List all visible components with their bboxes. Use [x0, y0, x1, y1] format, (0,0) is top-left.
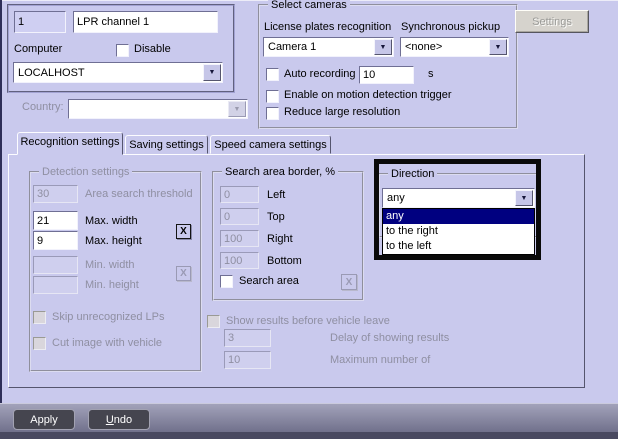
max-height-input[interactable] [33, 231, 78, 250]
maximum-label: Maximum number of [330, 354, 431, 366]
direction-option-right[interactable]: to the right [383, 224, 534, 239]
clear-max-button[interactable]: X [176, 224, 191, 239]
delay-label: Delay of showing results [330, 332, 450, 344]
computer-combo-value: LOCALHOST [18, 66, 85, 79]
auto-recording-input[interactable] [359, 66, 414, 84]
country-label: Country: [22, 101, 64, 113]
max-width-label: Max. width [85, 215, 138, 227]
min-width-input [33, 256, 78, 274]
apply-button[interactable]: Apply [13, 409, 75, 430]
reduce-resolution-checkbox[interactable] [266, 107, 279, 120]
chevron-down-icon[interactable]: ▼ [489, 39, 507, 55]
channel-id-input[interactable] [14, 11, 66, 33]
apply-button-label: Apply [30, 413, 58, 426]
auto-recording-checkbox[interactable] [266, 68, 279, 81]
tab-saving-label: Saving settings [129, 139, 204, 151]
border-left-label: Left [267, 189, 286, 201]
threshold-input [33, 185, 78, 203]
direction-option-left[interactable]: to the left [383, 239, 534, 254]
lpr-camera-combo[interactable]: Camera 1 ▼ [263, 37, 394, 57]
disable-label: Disable [134, 43, 171, 55]
max-height-label: Max. height [85, 235, 142, 247]
direction-combo-value: any [387, 192, 405, 204]
detection-group-title: Detection settings [39, 165, 133, 179]
disable-checkbox[interactable] [116, 44, 129, 57]
cut-image-checkbox [33, 337, 46, 350]
delay-input [224, 329, 271, 347]
tab-speed[interactable]: Speed camera settings [210, 135, 331, 154]
min-width-label: Min. width [85, 259, 135, 271]
threshold-label: Area search threshold [85, 188, 193, 200]
show-results-label: Show results before vehicle leave [226, 315, 390, 327]
auto-recording-label: Auto recording [284, 68, 356, 80]
tab-saving[interactable]: Saving settings [125, 135, 208, 154]
skip-unrecognized-label: Skip unrecognized LPs [52, 311, 165, 323]
tab-recognition[interactable]: Recognition settings [17, 132, 123, 155]
undo-button[interactable]: Undo [88, 409, 150, 430]
clear-min-button: X [176, 266, 191, 281]
auto-recording-unit: s [428, 68, 434, 80]
window-bottom-strip [0, 432, 618, 439]
settings-button: Settings [515, 10, 589, 33]
lpr-camera-combo-value: Camera 1 [268, 41, 317, 53]
direction-listbox: any to the right to the left [382, 208, 535, 255]
computer-label: Computer [14, 43, 63, 55]
motion-trigger-checkbox[interactable] [266, 90, 279, 103]
border-top-input [220, 208, 259, 225]
tab-recognition-label: Recognition settings [20, 136, 120, 148]
cut-image-label: Cut image with vehicle [52, 337, 163, 349]
min-height-label: Min. height [85, 279, 139, 291]
border-bottom-label: Bottom [267, 255, 302, 267]
sync-pickup-combo-value: <none> [405, 41, 443, 53]
show-results-checkbox [207, 315, 220, 328]
computer-combo[interactable]: LOCALHOST ▼ [13, 62, 223, 83]
max-width-input[interactable] [33, 211, 78, 230]
border-bottom-input [220, 252, 259, 269]
motion-trigger-label: Enable on motion detection trigger [284, 89, 452, 101]
maximum-input [224, 351, 271, 369]
border-right-label: Right [267, 233, 293, 245]
chevron-down-icon[interactable]: ▼ [515, 190, 533, 206]
footer-bar: Apply Undo [0, 403, 618, 433]
search-area-label: Search area [239, 275, 299, 287]
direction-option-any[interactable]: any [383, 209, 534, 224]
chevron-down-icon[interactable]: ▼ [203, 64, 221, 81]
min-height-input [33, 276, 78, 294]
undo-button-label: Undo [105, 413, 133, 426]
skip-unrecognized-checkbox [33, 311, 46, 324]
search-area-checkbox[interactable] [220, 275, 233, 288]
cameras-group-title: Select cameras [268, 0, 350, 12]
direction-group-title: Direction [388, 167, 438, 181]
lpr-camera-label: License plates recognition [264, 21, 392, 33]
chevron-down-icon: ▼ [228, 101, 246, 117]
sync-pickup-label: Synchronous pickup [401, 21, 501, 33]
border-top-label: Top [267, 211, 285, 223]
direction-combo[interactable]: any ▼ [382, 188, 535, 208]
tab-speed-label: Speed camera settings [214, 139, 327, 151]
border-right-input [220, 230, 259, 247]
country-combo: ▼ [68, 99, 248, 119]
channel-name-input[interactable] [73, 11, 218, 33]
lpr-settings-window: Computer Disable LOCALHOST ▼ Country: ▼ … [0, 0, 618, 439]
clear-search-button: X [341, 274, 357, 290]
search-area-group-title: Search area border, % [222, 165, 339, 179]
window-left-edge [0, 0, 2, 439]
chevron-down-icon[interactable]: ▼ [374, 39, 392, 55]
reduce-resolution-label: Reduce large resolution [284, 106, 401, 118]
sync-pickup-combo[interactable]: <none> ▼ [400, 37, 509, 57]
border-left-input [220, 186, 259, 203]
